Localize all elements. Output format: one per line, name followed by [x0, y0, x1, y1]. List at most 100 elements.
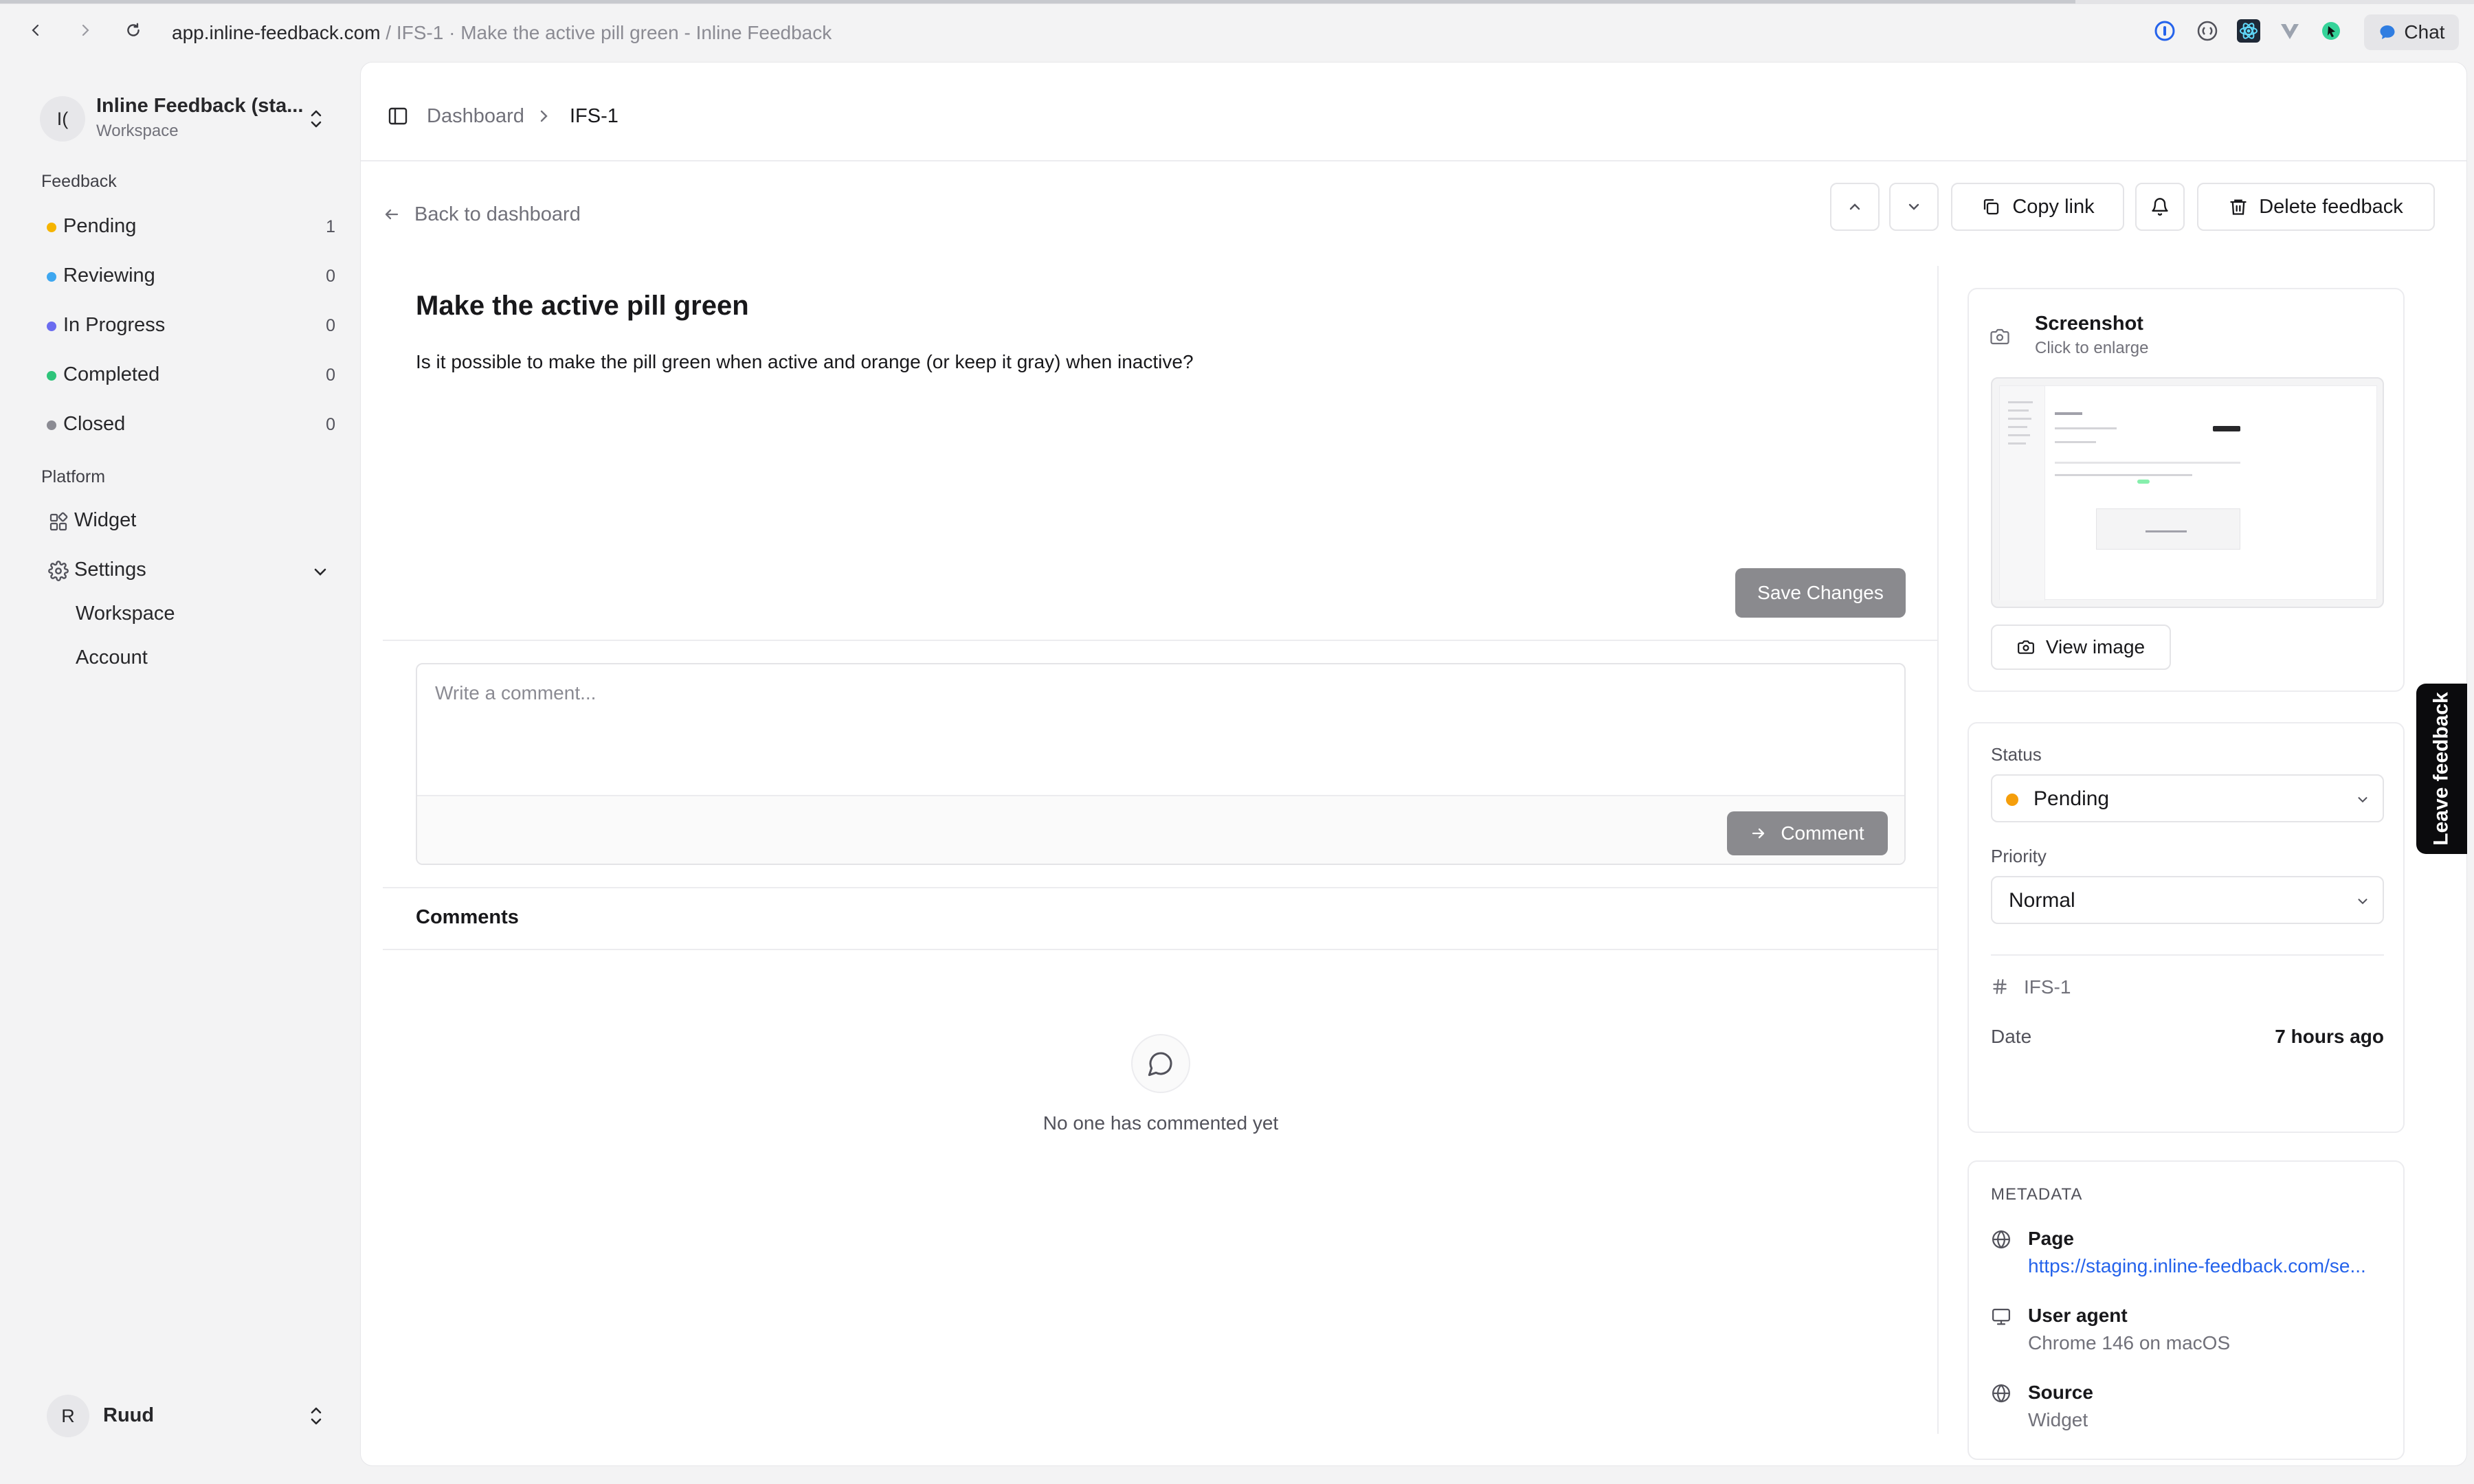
- vue-extension-icon[interactable]: [2277, 19, 2302, 43]
- status-dot: [2006, 794, 2018, 806]
- react-extension-icon[interactable]: [2236, 19, 2261, 43]
- section-divider: [383, 640, 1939, 641]
- column-divider: [1937, 266, 1939, 1434]
- screenshot-subtitle: Click to enlarge: [2035, 339, 2149, 357]
- sidebar-item-reviewing[interactable]: Reviewing 0: [34, 257, 344, 297]
- previous-feedback-button[interactable]: [1830, 183, 1880, 231]
- sidebar-item-widget[interactable]: Widget: [34, 502, 344, 541]
- comment-submit-button[interactable]: Comment: [1727, 811, 1888, 855]
- user-name: Ruud: [103, 1404, 155, 1426]
- leave-feedback-tab[interactable]: Leave feedback: [2416, 684, 2467, 854]
- sidebar-item-label: Settings: [74, 559, 146, 581]
- globe-icon: [1991, 1229, 2011, 1250]
- priority-select[interactable]: Normal: [1991, 876, 2384, 924]
- comment-composer: Write a comment... Comment: [416, 663, 1906, 865]
- section-divider: [383, 887, 1939, 888]
- thumbnail-button: [2213, 426, 2240, 431]
- workspace-switcher[interactable]: I( Inline Feedback (sta... Workspace: [7, 88, 350, 148]
- header-divider: [361, 160, 2466, 161]
- screenshot-thumbnail[interactable]: [1991, 377, 2384, 608]
- status-select[interactable]: Pending: [1991, 774, 2384, 822]
- user-agent-value: Chrome 146 on macOS: [2028, 1332, 2231, 1353]
- chevron-down-icon: [1906, 199, 1922, 215]
- breadcrumb-dashboard[interactable]: Dashboard: [427, 105, 524, 128]
- workspace-name: Inline Feedback (sta...: [96, 95, 304, 117]
- notifications-button[interactable]: [2135, 183, 2185, 231]
- empty-comments-icon-wrap: [1131, 1034, 1190, 1093]
- forward-arrow-icon[interactable]: [71, 16, 99, 44]
- url-host: app.inline-feedback.com: [172, 22, 381, 43]
- sidebar-subitem-account[interactable]: Account: [76, 647, 148, 669]
- sidebar-item-label: Widget: [74, 509, 137, 531]
- sidebar-subitem-workspace[interactable]: Workspace: [76, 603, 175, 625]
- sidebar-item-count: 0: [326, 267, 335, 286]
- thumbnail-line: [2055, 412, 2082, 415]
- gear-icon: [48, 561, 69, 581]
- priority-value: Normal: [2009, 889, 2075, 912]
- chevron-up-icon: [1847, 199, 1863, 215]
- user-initial: R: [61, 1405, 75, 1426]
- profile-extension-icon[interactable]: [2319, 19, 2343, 43]
- sidebar-item-label: Completed: [63, 363, 160, 385]
- address-bar[interactable]: app.inline-feedback.com / IFS-1 · Make t…: [172, 21, 832, 45]
- next-feedback-button[interactable]: [1889, 183, 1939, 231]
- date-label: Date: [1991, 1026, 2032, 1047]
- feedback-id: IFS-1: [2024, 976, 2071, 998]
- password-extension-icon[interactable]: [2152, 19, 2177, 43]
- source-label: Source: [2028, 1382, 2093, 1403]
- devtools-extension-icon[interactable]: [2195, 19, 2220, 43]
- back-label: Back to dashboard: [414, 203, 581, 225]
- camera-icon: [1990, 326, 2010, 347]
- thumbnail-line: [2008, 442, 2026, 445]
- sidebar-item-settings[interactable]: Settings: [34, 551, 344, 591]
- source-value: Widget: [2028, 1409, 2088, 1430]
- no-comments-text: No one has commented yet: [1043, 1112, 1279, 1134]
- sidebar-item-closed[interactable]: Closed 0: [34, 405, 344, 445]
- comment-input[interactable]: Write a comment...: [435, 682, 1878, 792]
- monitor-icon: [1991, 1306, 2011, 1327]
- sidebar-item-label: Closed: [63, 413, 126, 435]
- chat-button[interactable]: Chat: [2364, 14, 2459, 50]
- back-to-dashboard-link[interactable]: Back to dashboard: [383, 197, 589, 232]
- copy-link-button[interactable]: Copy link: [1951, 183, 2124, 231]
- sidebar-item-label: In Progress: [63, 314, 166, 336]
- workspace-subtitle: Workspace: [96, 122, 179, 140]
- details-divider: [1991, 954, 2384, 956]
- thumbnail-line: [2146, 530, 2187, 532]
- delete-feedback-label: Delete feedback: [2259, 195, 2403, 218]
- hash-icon: [1991, 978, 2009, 996]
- save-changes-label: Save Changes: [1757, 582, 1884, 603]
- thumbnail-pill: [2137, 480, 2150, 484]
- thumbnail-line: [2055, 427, 2117, 429]
- status-label: Status: [1991, 744, 2042, 765]
- chevron-down-icon: [2355, 894, 2370, 909]
- page-load-bar: [0, 0, 2075, 3]
- sidebar-toggle-icon[interactable]: [387, 105, 409, 127]
- status-value: Pending: [2033, 787, 2110, 810]
- sidebar-item-label: Pending: [63, 215, 137, 237]
- user-avatar: R: [47, 1395, 89, 1437]
- back-arrow-icon[interactable]: [22, 16, 49, 44]
- thumbnail-line: [2008, 418, 2031, 420]
- status-dot: [47, 272, 56, 282]
- feedback-description-editor[interactable]: Is it possible to make the pill green wh…: [416, 351, 1914, 605]
- sidebar-item-count: 0: [326, 415, 335, 434]
- sidebar-item-completed[interactable]: Completed 0: [34, 356, 344, 396]
- sidebar-item-count: 0: [326, 316, 335, 335]
- view-image-button[interactable]: View image: [1991, 625, 2171, 670]
- save-changes-button[interactable]: Save Changes: [1735, 568, 1906, 618]
- page-url-link[interactable]: https://staging.inline-feedback.com/se..…: [2028, 1255, 2366, 1277]
- sidebar-item-in-progress[interactable]: In Progress 0: [34, 306, 344, 346]
- copy-link-label: Copy link: [2012, 195, 2095, 218]
- screenshot-card: Screenshot Click to enlarge View image: [1968, 288, 2405, 692]
- section-divider: [383, 949, 1939, 950]
- sidebar-item-pending[interactable]: Pending 1: [34, 207, 344, 247]
- sidebar-item-label: Reviewing: [63, 265, 155, 286]
- feedback-section-heading: Feedback: [41, 172, 117, 191]
- metadata-card: METADATA Page https://staging.inline-fee…: [1968, 1160, 2405, 1460]
- delete-feedback-button[interactable]: Delete feedback: [2197, 183, 2435, 231]
- reload-icon[interactable]: [120, 16, 147, 44]
- user-menu[interactable]: R Ruud: [34, 1391, 344, 1441]
- view-image-label: View image: [2045, 636, 2146, 657]
- feedback-title[interactable]: Make the active pill green: [416, 291, 749, 322]
